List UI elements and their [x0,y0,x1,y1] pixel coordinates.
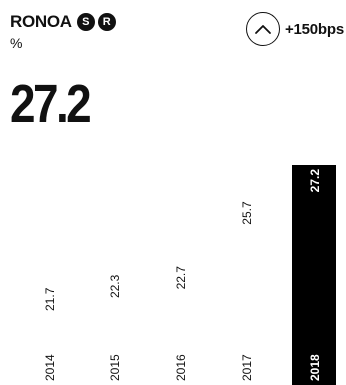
current-value: 27.2 [10,74,92,134]
value-label-2015: 22.3 [108,274,122,298]
value-label-2017: 25.7 [240,201,254,225]
unit-label: % [10,35,23,51]
metric-header: RONOA S R % +150bps [10,8,344,52]
s-badge: S [76,13,95,31]
chevron-up-icon [245,12,280,46]
r-badge: R [97,13,116,31]
change-value: +150bps [284,20,344,38]
category-label-2018: 2018 [308,354,322,381]
category-label-2014: 2014 [43,354,57,381]
category-label-2015: 2015 [108,354,122,381]
value-label-2016: 22.7 [174,266,188,290]
value-label-2014: 21.7 [43,287,57,311]
bar-2018 [292,165,336,385]
value-label-2018: 27.2 [308,169,322,193]
category-label-2017: 2017 [240,354,254,381]
chart-svg: 21.7 2014 22.3 2015 22.7 2016 25.7 2017 27.2 2018 [43,165,336,385]
change-indicator: +150bps [245,12,344,46]
category-label-2016: 2016 [174,354,188,381]
metric-name: RONOA [10,12,72,31]
bar-chart: 21.7 2014 22.3 2015 22.7 2016 25.7 2017 27.2 2018 [0,155,346,385]
metric-title: RONOA S R [10,12,116,32]
